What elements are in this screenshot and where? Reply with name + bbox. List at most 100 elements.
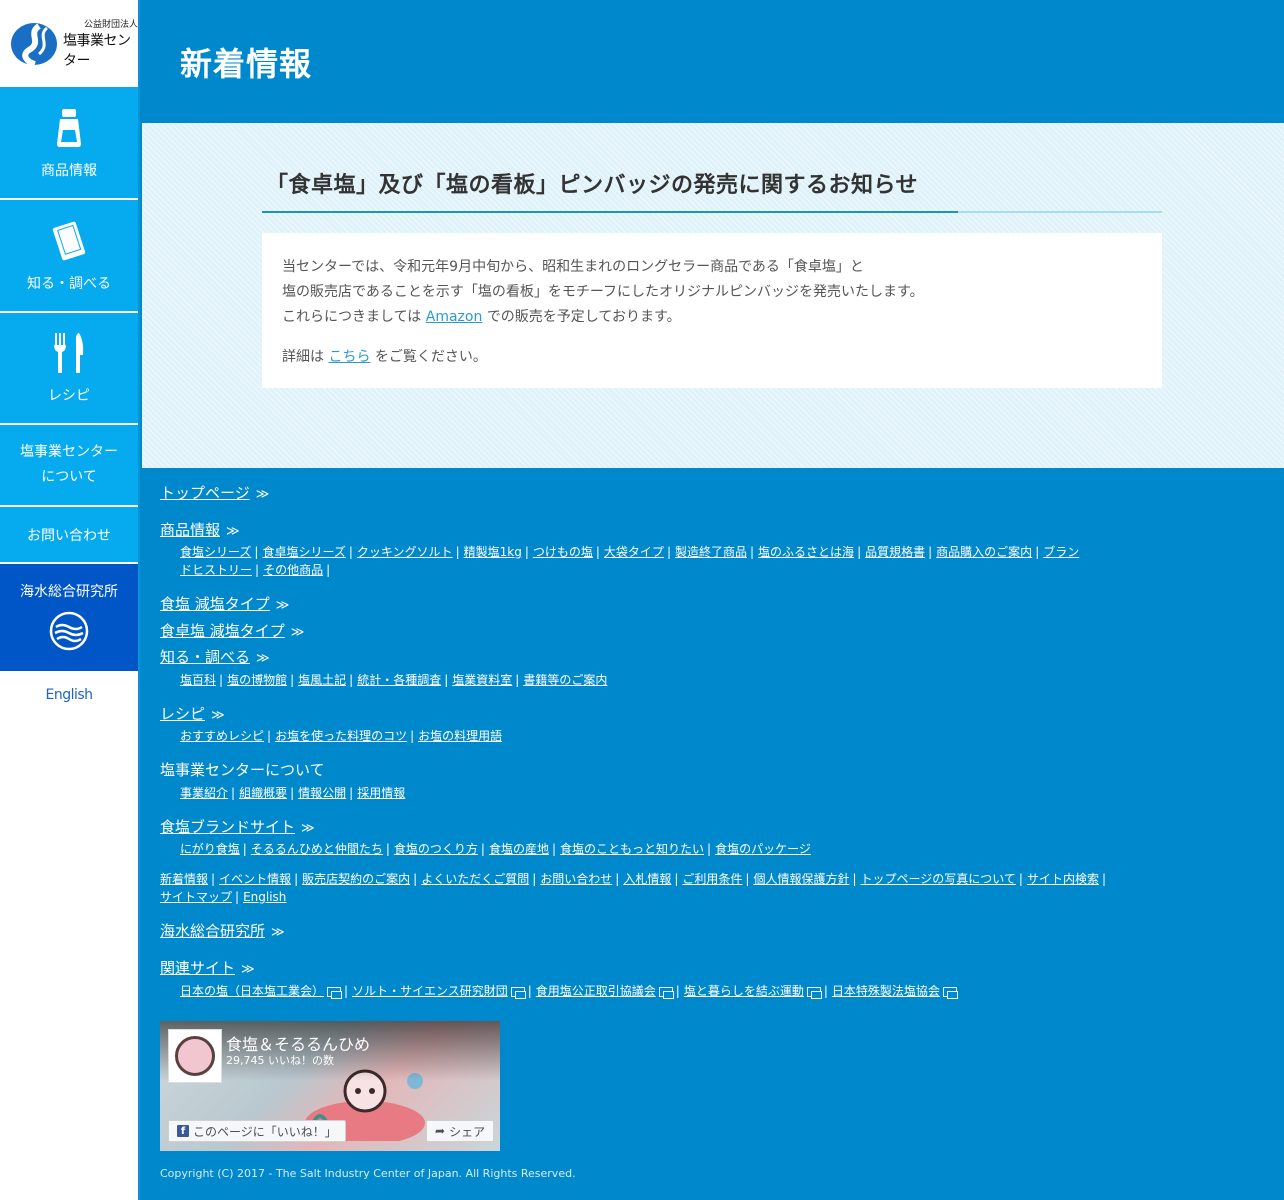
external-window-icon xyxy=(510,986,526,999)
footer-sublink[interactable]: 商品購入のご案内 xyxy=(936,545,1032,559)
logo-mark-icon xyxy=(9,20,59,68)
footer-sublink[interactable]: 塩風土記 xyxy=(298,673,346,687)
footer-salt-reduced-link[interactable]: 食塩 減塩タイプ xyxy=(160,593,270,614)
facebook-like-count: 29,745 いいね！の数 xyxy=(226,1054,334,1067)
footer-sublink[interactable]: 販売店契約のご案内 xyxy=(302,872,410,886)
external-window-icon xyxy=(658,986,674,999)
details-link[interactable]: こちら xyxy=(328,349,370,365)
footer-recipe-link[interactable]: レシピ xyxy=(160,703,205,724)
footer-sublink[interactable]: 食用塩公正取引協議会 xyxy=(536,984,656,998)
footer-sublink[interactable]: よくいただくご質問 xyxy=(421,872,529,886)
sidebar-item-research[interactable]: 海水総合研究所 xyxy=(0,564,138,671)
footer-about-row: 塩事業センターについて xyxy=(160,759,325,780)
footer-top-page-link[interactable]: トップページ xyxy=(160,482,250,503)
sidebar-item-label: レシピ xyxy=(48,388,90,404)
footer-related-sublinks: 日本の塩（日本塩工業会） | ソルト・サイエンス研究財団 | 食用塩公正取引協議会 | 塩と… xyxy=(180,982,1080,1000)
footer-sublink[interactable]: 書籍等のご案内 xyxy=(523,673,607,687)
footer-sublink[interactable]: English xyxy=(243,890,286,904)
footer-sublink[interactable]: 統計・各種調査 xyxy=(357,673,441,687)
link-separator: | xyxy=(551,842,556,856)
footer-sublink[interactable]: 食塩シリーズ xyxy=(180,545,251,559)
footer-sublink[interactable]: その他商品 xyxy=(263,563,323,577)
page-header: 新着情報 xyxy=(142,0,1284,123)
footer-sublink[interactable]: お塩の料理用語 xyxy=(418,729,502,743)
link-separator: | xyxy=(675,984,680,998)
footer-sublink[interactable]: お問い合わせ xyxy=(540,872,612,886)
link-separator: | xyxy=(349,673,354,687)
footer-sublink[interactable]: サイト内検索 xyxy=(1027,872,1099,886)
footer-sublink[interactable]: 日本特殊製法塩協会 xyxy=(832,984,940,998)
footer-sublink[interactable]: 情報公開 xyxy=(298,786,346,800)
footer-sublink[interactable]: 食塩のパッケージ xyxy=(715,842,811,856)
link-separator: | xyxy=(255,563,260,577)
footer-sublink[interactable]: 塩百科 xyxy=(180,673,216,687)
footer-sublink[interactable]: 日本の塩（日本塩工業会） xyxy=(180,984,324,998)
footer-sublink[interactable]: 食卓塩シリーズ xyxy=(262,545,345,559)
footer-sublink[interactable]: サイトマップ xyxy=(160,890,232,904)
footer-sublink[interactable]: トップページの写真について xyxy=(861,872,1016,886)
article-line: 詳細は こちら をご覧ください。 xyxy=(282,345,1142,370)
external-window-icon xyxy=(942,986,958,999)
link-separator: | xyxy=(1018,872,1023,886)
link-separator: | xyxy=(857,545,862,559)
sidebar-item-products[interactable]: 商品情報 xyxy=(0,87,138,200)
sidebar: 公益財団法人 塩事業センター 商品情報 知る・調べる レシピ 塩事業センター に… xyxy=(0,0,140,1200)
sidebar-item-learn[interactable]: 知る・調べる xyxy=(0,200,138,313)
footer-sublink[interactable]: おすすめレシピ xyxy=(180,729,264,743)
footer-sublink[interactable]: つけもの塩 xyxy=(533,545,593,559)
facebook-share-button[interactable]: ➦ シェア xyxy=(426,1120,495,1142)
footer-sublink[interactable]: 食塩のこともっと知りたい xyxy=(560,842,704,856)
footer-sublink[interactable]: 個人情報保護方針 xyxy=(753,872,849,886)
footer-sublink[interactable]: そるるんひめと仲間たち xyxy=(251,842,383,856)
link-separator: | xyxy=(674,872,679,886)
footer-sublink[interactable]: にがり食塩 xyxy=(180,842,240,856)
article-text: をご覧ください。 xyxy=(374,349,487,365)
link-separator: | xyxy=(823,984,828,998)
footer-sublink[interactable]: 採用情報 xyxy=(357,786,405,800)
facebook-page-avatar[interactable] xyxy=(168,1029,222,1083)
footer-reduced1-row: 食塩 減塩タイプ ≫ xyxy=(160,593,289,614)
footer-sublink[interactable]: 塩と暮らしを結ぶ運動 xyxy=(684,984,804,998)
footer-sublink[interactable]: イベント情報 xyxy=(219,872,291,886)
sidebar-item-contact[interactable]: お問い合わせ xyxy=(0,507,138,564)
footer-learn-row: 知る・調べる ≫ xyxy=(160,646,270,667)
sidebar-item-about[interactable]: 塩事業センター について xyxy=(0,425,138,507)
book-icon xyxy=(49,219,89,263)
footer-sublink[interactable]: 大袋タイプ xyxy=(604,545,664,559)
footer-table-salt-reduced-link[interactable]: 食卓塩 減塩タイプ xyxy=(160,620,285,641)
footer-brand-link[interactable]: 食塩ブランドサイト xyxy=(160,816,295,837)
logo-org-type: 公益財団法人 xyxy=(83,20,138,30)
footer-related-link[interactable]: 関連サイト xyxy=(160,957,235,978)
link-separator: | xyxy=(707,842,712,856)
english-link[interactable]: English xyxy=(0,687,138,703)
sidebar-item-recipe[interactable]: レシピ xyxy=(0,313,138,425)
link-separator: | xyxy=(666,545,671,559)
link-separator: | xyxy=(242,842,247,856)
footer-sublink[interactable]: クッキングソルト xyxy=(357,545,453,559)
footer-sublink[interactable]: 食塩のつくり方 xyxy=(394,842,478,856)
footer-sublink[interactable]: お塩を使った料理のコツ xyxy=(275,729,407,743)
sidebar-item-label-line2: について xyxy=(41,469,97,485)
footer-sublink[interactable]: 組織概要 xyxy=(239,786,287,800)
facebook-page-widget[interactable]: 食塩＆そるるんひめ 29,745 いいね！の数 f このページに「いいね！」 ➦… xyxy=(160,1021,500,1151)
footer-sublink[interactable]: 新着情報 xyxy=(160,872,208,886)
amazon-link[interactable]: Amazon xyxy=(426,309,483,325)
footer-sublink[interactable]: 製造終了商品 xyxy=(675,545,747,559)
footer-sublink[interactable]: 入札情報 xyxy=(623,872,671,886)
site-logo[interactable]: 公益財団法人 塩事業センター xyxy=(0,0,138,87)
footer-sublink[interactable]: 塩業資料室 xyxy=(452,673,512,687)
footer-top-row: トップページ ≫ xyxy=(160,482,269,503)
footer-products-link[interactable]: 商品情報 xyxy=(160,519,220,540)
article-body: 当センターでは、令和元年9月中旬から、昭和生まれのロングセラー商品である「食卓塩… xyxy=(262,233,1162,388)
footer-sublink[interactable]: 品質規格書 xyxy=(865,545,925,559)
footer-sublink[interactable]: ご利用条件 xyxy=(682,872,742,886)
footer-sublink[interactable]: 塩の博物館 xyxy=(227,673,287,687)
footer-sublink[interactable]: 塩のふるさとは海 xyxy=(758,545,854,559)
footer-sublink[interactable]: ソルト・サイエンス研究財団 xyxy=(352,984,508,998)
footer-sublink[interactable]: 精製塩1kg xyxy=(464,545,522,559)
footer-sublink[interactable]: 事業紹介 xyxy=(180,786,228,800)
footer-research-link[interactable]: 海水総合研究所 xyxy=(160,920,265,941)
facebook-like-button[interactable]: f このページに「いいね！」 xyxy=(168,1120,346,1142)
footer-sublink[interactable]: 食塩の産地 xyxy=(489,842,549,856)
footer-learn-link[interactable]: 知る・調べる xyxy=(160,646,250,667)
